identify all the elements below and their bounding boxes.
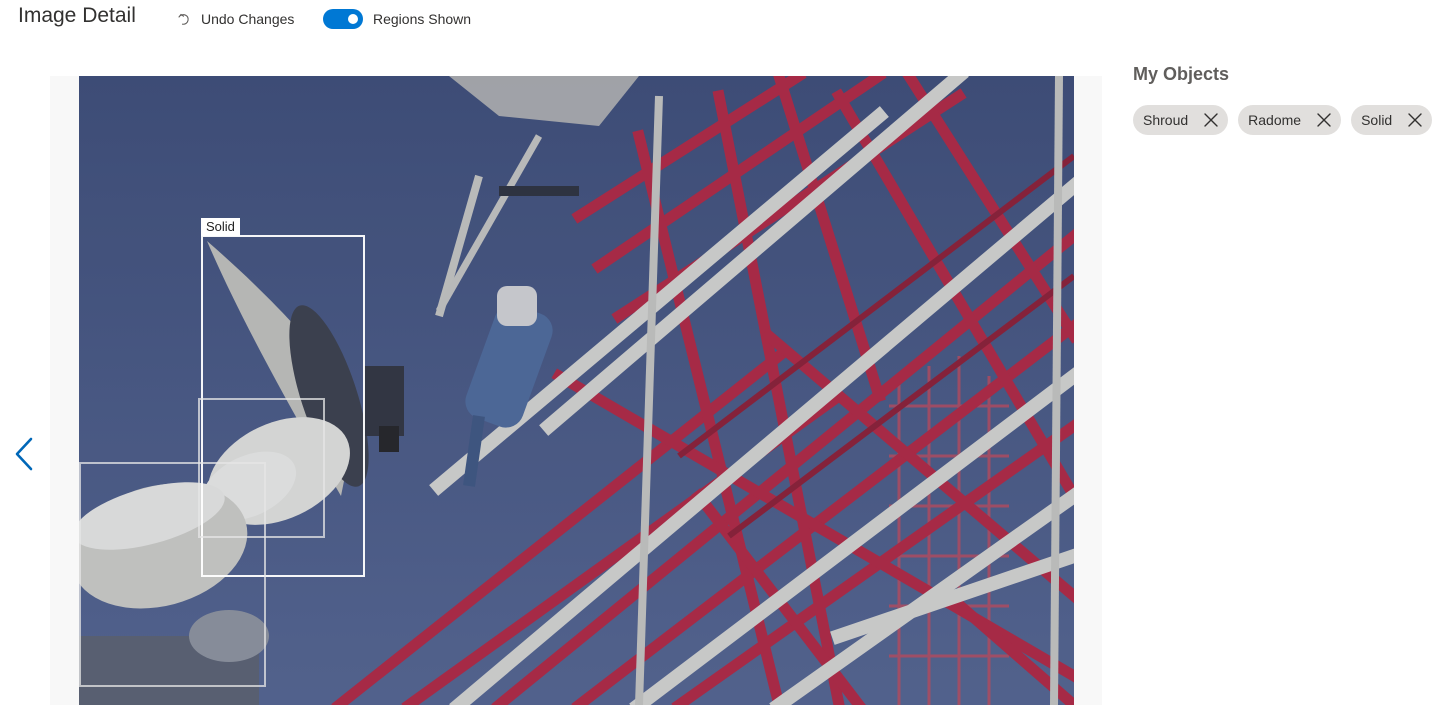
undo-changes-label: Undo Changes	[201, 11, 295, 27]
object-chip-shroud: Shroud	[1133, 105, 1229, 135]
object-chip-radome: Radome	[1238, 105, 1342, 135]
header: Image Detail Undo Changes Regions Shown	[0, 0, 1455, 40]
chevron-left-icon[interactable]	[12, 437, 38, 471]
tower-photo[interactable]: Solid	[79, 76, 1074, 705]
close-icon[interactable]	[1202, 111, 1220, 129]
undo-changes-button[interactable]: Undo Changes	[176, 8, 294, 30]
toggle-knob	[348, 14, 358, 24]
close-icon[interactable]	[1406, 111, 1424, 129]
region-shroud[interactable]	[79, 462, 266, 687]
close-icon[interactable]	[1315, 111, 1333, 129]
object-chip-label: Shroud	[1143, 112, 1189, 128]
page-title: Image Detail	[18, 4, 136, 27]
region-label-solid: Solid	[201, 218, 240, 236]
my-objects-title: My Objects	[1133, 64, 1230, 84]
undo-icon	[178, 13, 189, 25]
object-chip-label: Radome	[1248, 112, 1302, 128]
object-chip-solid: Solid	[1351, 105, 1433, 135]
my-objects-panel: My Objects Shroud Radome Solid	[1133, 64, 1455, 135]
regions-toggle-group: Regions Shown	[323, 9, 471, 29]
regions-shown-toggle[interactable]	[323, 9, 363, 29]
object-chip-list: Shroud Radome Solid	[1133, 105, 1455, 135]
regions-shown-label: Regions Shown	[373, 11, 472, 27]
object-chip-label: Solid	[1361, 112, 1393, 128]
